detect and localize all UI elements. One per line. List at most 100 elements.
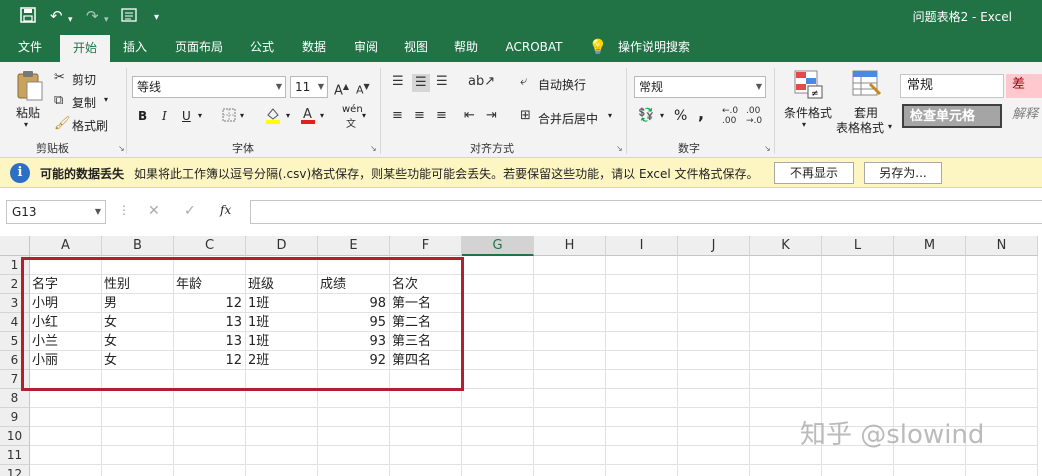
align-right-icon[interactable]: ≡	[436, 108, 447, 124]
cell-b10[interactable]	[102, 427, 174, 446]
cell-g12[interactable]	[462, 465, 534, 476]
cell-i3[interactable]	[606, 294, 678, 313]
cell-l3[interactable]	[822, 294, 894, 313]
currency-dropdown-icon[interactable]: ▾	[660, 111, 664, 120]
middle-align-icon[interactable]: ☰	[412, 74, 430, 92]
cell-l1[interactable]	[822, 256, 894, 275]
column-header-f[interactable]: F	[390, 236, 462, 256]
cell-b1[interactable]	[102, 256, 174, 275]
cell-g2[interactable]	[462, 275, 534, 294]
phonetic-dropdown-icon[interactable]: ▾	[362, 111, 366, 120]
row-header-7[interactable]: 7	[0, 370, 30, 389]
cell-h12[interactable]	[534, 465, 606, 476]
cell-h4[interactable]	[534, 313, 606, 332]
cell-m8[interactable]	[894, 389, 966, 408]
currency-icon[interactable]: 💱	[638, 108, 654, 124]
cell-i8[interactable]	[606, 389, 678, 408]
undo-icon[interactable]: ↶	[50, 7, 63, 25]
cell-m12[interactable]	[894, 465, 966, 476]
grow-font-icon[interactable]: A▲	[334, 79, 349, 99]
cell-f10[interactable]	[390, 427, 462, 446]
cell-g4[interactable]	[462, 313, 534, 332]
dont-show-again-button[interactable]: 不再显示	[774, 162, 854, 184]
font-name-select[interactable]: 等线 ▼	[132, 76, 286, 98]
cell-b12[interactable]	[102, 465, 174, 476]
row-header-6[interactable]: 6	[0, 351, 30, 370]
column-header-d[interactable]: D	[246, 236, 318, 256]
cell-h10[interactable]	[534, 427, 606, 446]
cell-h3[interactable]	[534, 294, 606, 313]
redo-icon[interactable]: ↷	[86, 7, 99, 25]
cell-f12[interactable]	[390, 465, 462, 476]
cell-d5[interactable]: 1班	[246, 332, 318, 351]
cell-n5[interactable]	[966, 332, 1038, 351]
cell-j1[interactable]	[678, 256, 750, 275]
cell-i2[interactable]	[606, 275, 678, 294]
font-color-dropdown-icon[interactable]: ▾	[320, 111, 324, 120]
cell-c5[interactable]: 13	[174, 332, 246, 351]
cell-c10[interactable]	[174, 427, 246, 446]
cell-g10[interactable]	[462, 427, 534, 446]
alignment-launcher-icon[interactable]: ↘	[616, 144, 623, 153]
cell-e5[interactable]: 93	[318, 332, 390, 351]
cell-i7[interactable]	[606, 370, 678, 389]
cell-d2[interactable]: 班级	[246, 275, 318, 294]
cell-e8[interactable]	[318, 389, 390, 408]
cell-n12[interactable]	[966, 465, 1038, 476]
cell-m7[interactable]	[894, 370, 966, 389]
cell-i4[interactable]	[606, 313, 678, 332]
italic-button[interactable]: I	[162, 109, 167, 123]
cell-h7[interactable]	[534, 370, 606, 389]
cell-f9[interactable]	[390, 408, 462, 427]
style-bad[interactable]: 差	[1006, 74, 1042, 98]
increase-indent-icon[interactable]: ⇥	[486, 108, 497, 124]
cell-k4[interactable]	[750, 313, 822, 332]
tab-formulas[interactable]: 公式	[240, 32, 284, 62]
cell-i5[interactable]	[606, 332, 678, 351]
column-header-m[interactable]: M	[894, 236, 966, 256]
cell-m4[interactable]	[894, 313, 966, 332]
cell-c1[interactable]	[174, 256, 246, 275]
align-left-icon[interactable]: ≡	[392, 108, 403, 124]
cell-n3[interactable]	[966, 294, 1038, 313]
cell-n7[interactable]	[966, 370, 1038, 389]
cell-a1[interactable]	[30, 256, 102, 275]
format-painter-button[interactable]: 格式刷	[72, 117, 108, 134]
cell-c12[interactable]	[174, 465, 246, 476]
cell-j12[interactable]	[678, 465, 750, 476]
row-header-9[interactable]: 9	[0, 408, 30, 427]
column-header-k[interactable]: K	[750, 236, 822, 256]
cell-m1[interactable]	[894, 256, 966, 275]
cell-k8[interactable]	[750, 389, 822, 408]
column-header-i[interactable]: I	[606, 236, 678, 256]
cell-n6[interactable]	[966, 351, 1038, 370]
increase-decimal-icon[interactable]: ←.0.00	[722, 106, 738, 126]
customize-icon[interactable]: ▾	[154, 9, 159, 27]
cell-b4[interactable]: 女	[102, 313, 174, 332]
percent-button[interactable]: %	[674, 108, 687, 124]
number-format-select[interactable]: 常规 ▼	[634, 76, 766, 98]
cell-l8[interactable]	[822, 389, 894, 408]
cell-i11[interactable]	[606, 446, 678, 465]
cell-l4[interactable]	[822, 313, 894, 332]
style-check-cell[interactable]: 检查单元格	[902, 104, 1002, 128]
cell-g6[interactable]	[462, 351, 534, 370]
cell-e2[interactable]: 成绩	[318, 275, 390, 294]
cell-a5[interactable]: 小兰	[30, 332, 102, 351]
column-header-j[interactable]: J	[678, 236, 750, 256]
cell-g3[interactable]	[462, 294, 534, 313]
cell-g8[interactable]	[462, 389, 534, 408]
tab-review[interactable]: 审阅	[344, 32, 388, 62]
style-explanatory[interactable]: 解释	[1006, 104, 1042, 128]
cell-f3[interactable]: 第一名	[390, 294, 462, 313]
cell-b5[interactable]: 女	[102, 332, 174, 351]
name-box[interactable]: G13 ▼	[6, 200, 106, 224]
cell-d7[interactable]	[246, 370, 318, 389]
cell-k1[interactable]	[750, 256, 822, 275]
cell-e6[interactable]: 92	[318, 351, 390, 370]
cell-c9[interactable]	[174, 408, 246, 427]
wrap-text-button[interactable]: 自动换行	[538, 76, 586, 93]
row-header-11[interactable]: 11	[0, 446, 30, 465]
style-normal[interactable]: 常规	[900, 74, 1004, 98]
row-header-2[interactable]: 2	[0, 275, 30, 294]
